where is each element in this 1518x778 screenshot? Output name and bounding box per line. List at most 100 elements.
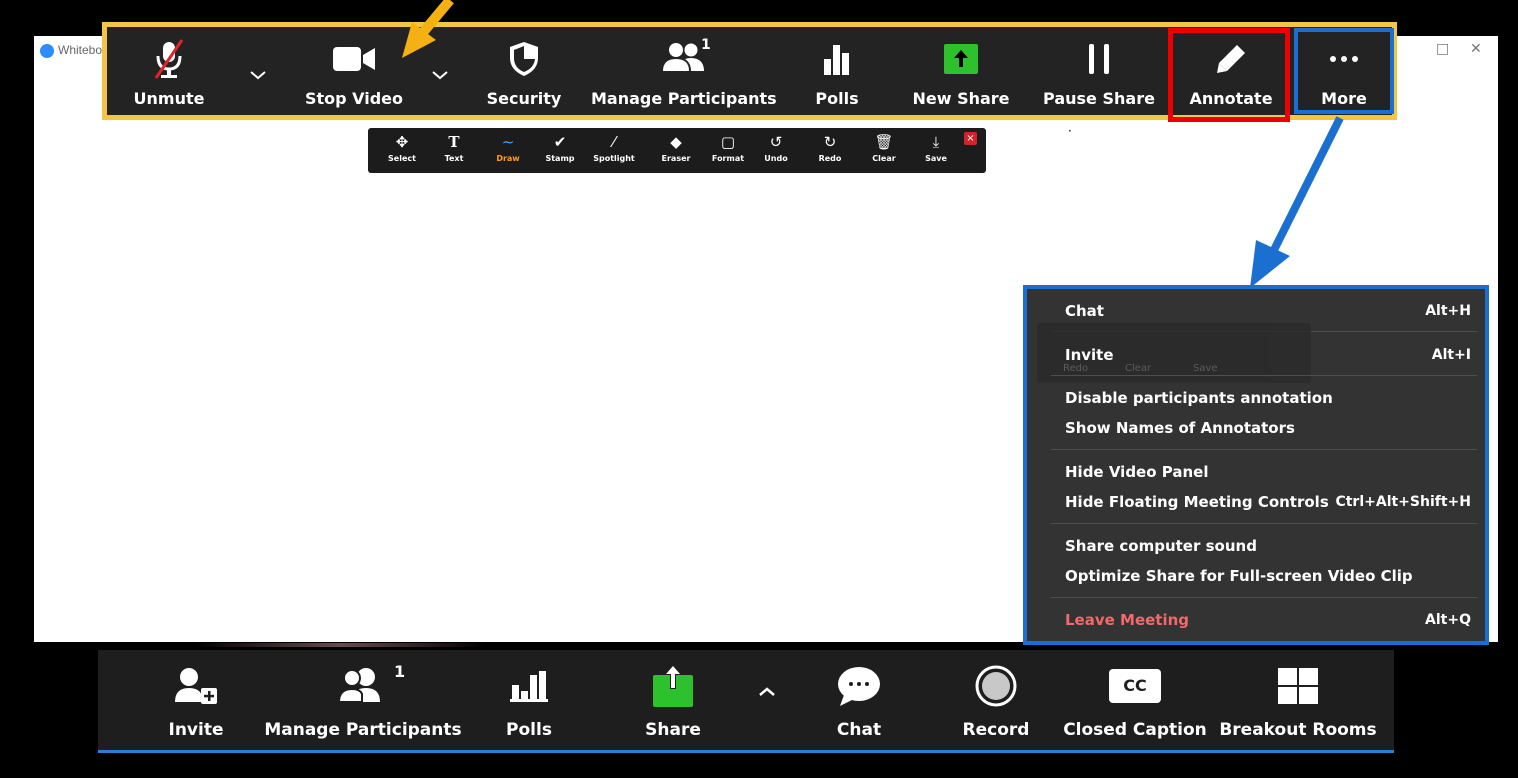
annot-spotlight-button[interactable]: ⁄ Spotlight: [588, 132, 640, 163]
polls-bottom-button[interactable]: Polls: [484, 650, 574, 750]
menu-item-chat[interactable]: Chat Alt+H: [1065, 299, 1471, 323]
manage-participants-label: Manage Participants: [591, 89, 777, 108]
polls-label: Polls: [815, 89, 859, 108]
video-options-caret[interactable]: [427, 65, 453, 85]
menu-item-hide-floating-controls[interactable]: Hide Floating Meeting Controls Ctrl+Alt+S…: [1065, 490, 1471, 514]
menu-item-disable-annotation[interactable]: Disable participants annotation: [1065, 386, 1471, 410]
annot-text-button[interactable]: T Text: [428, 132, 480, 163]
manage-participants-bottom-label: Manage Participants: [264, 720, 462, 740]
menu-item-leave-meeting[interactable]: Leave Meeting Alt+Q: [1065, 608, 1471, 632]
annotate-highlight-box: [1168, 28, 1290, 122]
text-icon: T: [448, 133, 460, 151]
draw-icon: ∼: [501, 133, 515, 151]
save-icon: ⤓: [932, 133, 940, 151]
menu-hide-controls-shortcut: Ctrl+Alt+Shift+H: [1335, 494, 1471, 510]
participants-icon: [663, 43, 704, 71]
closed-caption-label: Closed Caption: [1063, 720, 1207, 740]
share-options-caret[interactable]: [754, 682, 780, 702]
more-menu: Chat Alt+H Redo Clear Save Invite Alt+I Di…: [1023, 285, 1489, 645]
invite-label: Invite: [168, 720, 224, 740]
yellow-arrow-icon: [402, 0, 454, 58]
add-user-icon: [175, 668, 217, 704]
record-icon: [975, 665, 1017, 707]
polls-button[interactable]: Polls: [799, 27, 875, 115]
menu-disable-annotation-label: Disable participants annotation: [1065, 389, 1333, 407]
manage-participants-bottom-button[interactable]: 1 Manage Participants: [264, 650, 462, 750]
close-window-icon[interactable]: ✕: [1470, 41, 1482, 57]
annot-draw-label: Draw: [496, 154, 520, 163]
polls-icon: [824, 45, 849, 75]
spotlight-icon: ⁄: [612, 133, 616, 151]
audio-options-caret[interactable]: [245, 65, 271, 85]
annot-undo-label: Undo: [764, 154, 788, 163]
annot-redo-button[interactable]: ↻ Redo: [804, 132, 856, 163]
polls-icon: [510, 671, 548, 702]
pause-share-button[interactable]: Pause Share: [1043, 27, 1155, 115]
new-share-label: New Share: [912, 89, 1010, 108]
breakout-rooms-button[interactable]: Breakout Rooms: [1218, 650, 1378, 750]
share-screen-button[interactable]: Share: [618, 650, 728, 750]
annot-eraser-label: Eraser: [661, 154, 691, 163]
unmute-button[interactable]: Unmute: [117, 27, 221, 115]
annot-stamp-label: Stamp: [545, 154, 575, 163]
new-share-button[interactable]: New Share: [907, 27, 1015, 115]
annot-spotlight-label: Spotlight: [593, 154, 635, 163]
annot-format-button[interactable]: ▢ Format: [702, 132, 754, 163]
closed-caption-button[interactable]: CC Closed Caption: [1060, 650, 1210, 750]
shield-icon: [510, 42, 538, 76]
menu-show-names-label: Show Names of Annotators: [1065, 419, 1295, 437]
menu-item-share-sound[interactable]: Share computer sound: [1065, 534, 1471, 558]
annot-redo-label: Redo: [818, 154, 842, 163]
annot-save-button[interactable]: ⤓ Save: [910, 132, 962, 163]
muted-mic-icon: [154, 39, 184, 79]
menu-chat-shortcut: Alt+H: [1425, 303, 1471, 319]
left-border: [0, 0, 34, 778]
chat-button[interactable]: Chat: [814, 650, 904, 750]
annot-select-label: Select: [388, 154, 416, 163]
annot-draw-button[interactable]: ∼ Draw: [482, 132, 534, 163]
chevron-down-icon: [432, 71, 448, 80]
annot-stamp-button[interactable]: ✔ Stamp: [534, 132, 586, 163]
chat-label: Chat: [836, 720, 882, 740]
redo-icon: ↻: [823, 133, 837, 151]
canvas-dot: ·: [1068, 124, 1072, 138]
menu-share-sound-label: Share computer sound: [1065, 537, 1257, 555]
record-button[interactable]: Record: [948, 650, 1044, 750]
checkmark-icon: ✔: [553, 133, 567, 151]
eraser-icon: ◆: [670, 133, 682, 151]
annot-eraser-button[interactable]: ◆ Eraser: [650, 132, 702, 163]
blue-arrow-icon: [1250, 116, 1344, 288]
menu-separator: [1051, 597, 1477, 598]
menu-separator: [1051, 523, 1477, 524]
menu-item-show-names[interactable]: Show Names of Annotators: [1065, 416, 1471, 440]
menu-leave-label: Leave Meeting: [1065, 611, 1190, 629]
menu-optimize-label: Optimize Share for Full-screen Video Cli…: [1065, 567, 1413, 585]
menu-separator: [1051, 375, 1477, 376]
polls-bottom-label: Polls: [506, 720, 552, 740]
annot-undo-button[interactable]: ↺ Undo: [750, 132, 802, 163]
participants-icon: [338, 668, 380, 703]
participant-count-badge: 1: [701, 37, 711, 53]
security-button[interactable]: Security: [479, 27, 569, 115]
unmute-label: Unmute: [133, 89, 205, 108]
video-camera-icon: [333, 47, 375, 71]
stop-video-label: Stop Video: [304, 89, 404, 108]
menu-item-hide-video-panel[interactable]: Hide Video Panel: [1065, 460, 1471, 484]
menu-item-invite[interactable]: Invite Alt+I: [1065, 343, 1471, 367]
menu-item-optimize-share[interactable]: Optimize Share for Full-screen Video Cli…: [1065, 564, 1471, 588]
manage-participants-button[interactable]: 1 Manage Participants: [591, 27, 777, 115]
cc-icon: CC: [1109, 669, 1161, 703]
invite-button[interactable]: Invite: [150, 650, 242, 750]
menu-separator: [1051, 449, 1477, 450]
annot-select-button[interactable]: ✥ Select: [376, 132, 428, 163]
chat-bubble-icon: [838, 667, 880, 706]
security-label: Security: [486, 89, 562, 108]
pause-icon: [1089, 44, 1109, 74]
breakout-rooms-label: Breakout Rooms: [1219, 720, 1377, 740]
move-icon: ✥: [395, 133, 409, 151]
annot-clear-button[interactable]: 🗑 Clear: [858, 132, 910, 163]
annotation-close-button[interactable]: ×: [964, 132, 977, 145]
share-arrow-icon: [653, 664, 693, 707]
maximize-icon[interactable]: □: [1436, 41, 1449, 57]
menu-chat-label: Chat: [1065, 302, 1104, 320]
